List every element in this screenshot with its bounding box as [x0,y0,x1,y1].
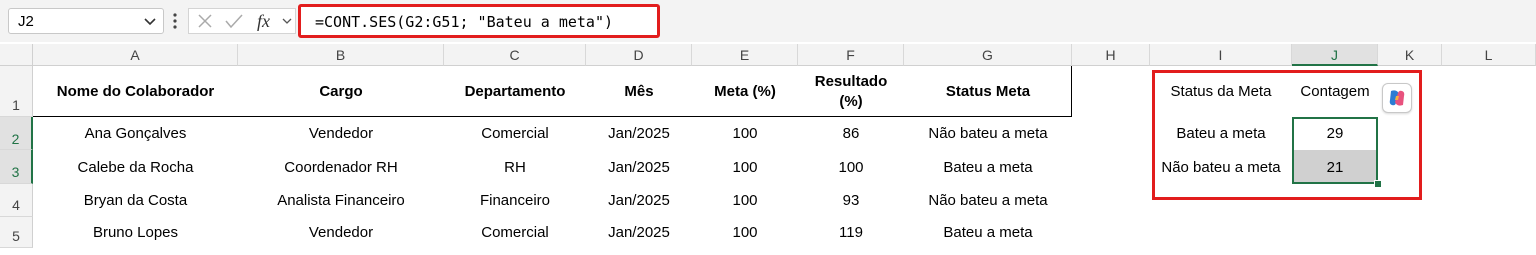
cell-departamento[interactable]: Financeiro [444,184,586,217]
column-header-k[interactable]: K [1378,44,1442,66]
more-vertical-icon[interactable] [172,11,178,31]
cell-meta[interactable]: 100 [692,184,798,217]
column-header-c[interactable]: C [444,44,586,66]
name-box-value: J2 [18,13,34,30]
formula-input[interactable]: =CONT.SES(G2:G51; "Bateu a meta") [298,4,660,38]
cell-nome[interactable]: Ana Gonçalves [33,117,238,150]
row-header-5[interactable]: 5 [0,217,33,248]
header-departamento[interactable]: Departamento [444,66,586,117]
cell-departamento[interactable]: RH [444,150,586,184]
header-resultado-line2: (%) [839,92,863,110]
chevron-down-icon[interactable] [281,15,293,27]
column-header-g[interactable]: G [904,44,1072,66]
cell-status[interactable]: Bateu a meta [904,217,1072,248]
cell-nome[interactable]: Bryan da Costa [33,184,238,217]
row-header-2[interactable]: 2 [0,117,33,150]
row-header-4[interactable]: 4 [0,184,33,217]
row-header-3[interactable]: 3 [0,150,33,184]
cell-meta[interactable]: 100 [692,150,798,184]
fx-label: fx [257,11,270,31]
row-header-1[interactable]: 1 [0,66,33,117]
cell-status[interactable]: Bateu a meta [904,150,1072,184]
cell-status[interactable]: Não bateu a meta [904,184,1072,217]
column-header-j[interactable]: J [1292,44,1378,66]
header-cargo[interactable]: Cargo [238,66,444,117]
cancel-icon[interactable] [197,13,213,29]
header-mes[interactable]: Mês [586,66,692,117]
cell-mes[interactable]: Jan/2025 [586,117,692,150]
cell-resultado[interactable]: 93 [798,184,904,217]
summary-highlight-box [1152,70,1422,200]
cell-cargo[interactable]: Coordenador RH [238,150,444,184]
cell-mes[interactable]: Jan/2025 [586,150,692,184]
cell-cargo[interactable]: Vendedor [238,117,444,150]
name-box[interactable]: J2 [8,8,164,34]
formula-text: =CONT.SES(G2:G51; "Bateu a meta") [315,13,614,31]
header-resultado-line1: Resultado [814,72,888,90]
column-header-b[interactable]: B [238,44,444,66]
function-icon[interactable]: fx [255,10,277,32]
cell-departamento[interactable]: Comercial [444,117,586,150]
cell-resultado[interactable]: 86 [798,117,904,150]
column-header-h[interactable]: H [1072,44,1150,66]
cell-resultado[interactable]: 119 [798,217,904,248]
enter-check-icon[interactable] [225,13,243,29]
header-status-meta[interactable]: Status Meta [904,66,1072,117]
formula-bar-area: J2 fx =CONT.SES(G2:G51; "Bateu a meta") [0,0,1536,42]
formula-buttons: fx [188,8,296,34]
cell-departamento[interactable]: Comercial [444,217,586,248]
column-header-l[interactable]: L [1442,44,1536,66]
column-header-i[interactable]: I [1150,44,1292,66]
cell-mes[interactable]: Jan/2025 [586,184,692,217]
chevron-down-icon[interactable] [143,11,157,31]
column-header-a[interactable]: A [33,44,238,66]
column-header-f[interactable]: F [798,44,904,66]
header-nome[interactable]: Nome do Colaborador [33,66,238,117]
select-all-corner[interactable] [0,44,33,66]
header-meta[interactable]: Meta (%) [692,66,798,117]
cell-meta[interactable]: 100 [692,117,798,150]
cell-nome[interactable]: Bruno Lopes [33,217,238,248]
cell-resultado[interactable]: 100 [798,150,904,184]
cell-cargo[interactable]: Vendedor [238,217,444,248]
column-header-d[interactable]: D [586,44,692,66]
cell-status[interactable]: Não bateu a meta [904,117,1072,150]
cell-mes[interactable]: Jan/2025 [586,217,692,248]
cell-nome[interactable]: Calebe da Rocha [33,150,238,184]
column-header-e[interactable]: E [692,44,798,66]
header-resultado[interactable]: Resultado (%) [798,66,904,117]
cell-cargo[interactable]: Analista Financeiro [238,184,444,217]
cell-meta[interactable]: 100 [692,217,798,248]
